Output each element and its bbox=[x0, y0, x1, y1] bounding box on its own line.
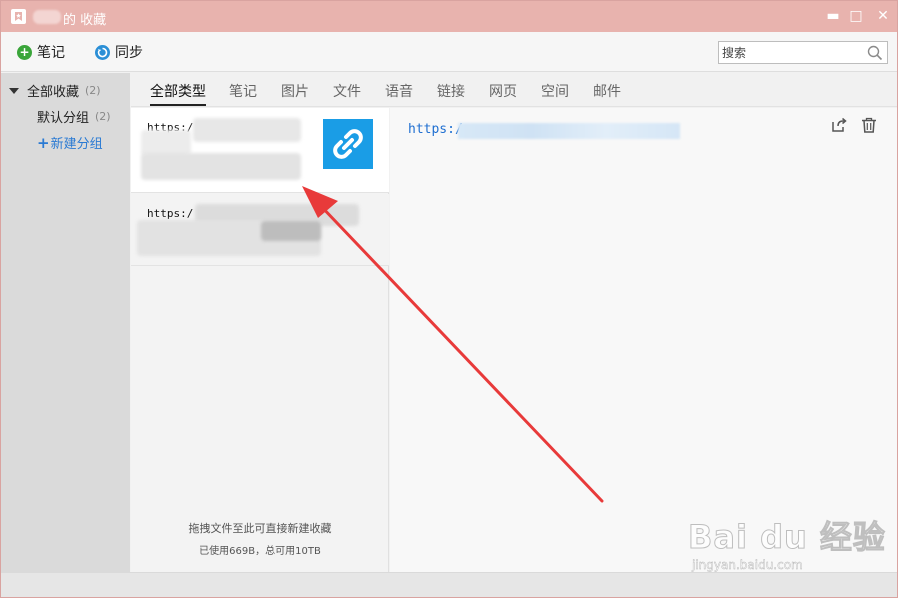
redacted-text bbox=[141, 153, 301, 180]
active-tab-indicator bbox=[150, 104, 206, 106]
sidebar-default-count: (2) bbox=[95, 110, 111, 123]
trash-icon[interactable] bbox=[860, 116, 878, 134]
sidebar-all-count: (2) bbox=[85, 84, 101, 97]
detail-url-link[interactable]: https:/ bbox=[408, 122, 463, 137]
favorites-window: 的 收藏 ▬ □ ✕ + 笔记 同步 全部收藏 (2) bbox=[0, 0, 898, 598]
share-icon[interactable] bbox=[830, 116, 848, 134]
sidebar: 全部收藏 (2) 默认分组 (2) + 新建分组 bbox=[1, 73, 130, 572]
drop-hint: 拖拽文件至此可直接新建收藏 bbox=[188, 522, 332, 535]
close-button[interactable]: ✕ bbox=[871, 5, 895, 27]
title-bar: 的 收藏 ▬ □ ✕ bbox=[1, 1, 897, 32]
redacted-url bbox=[458, 123, 680, 139]
watermark-main-text: Bai du 经验 bbox=[688, 518, 886, 557]
chain-link-icon bbox=[333, 129, 363, 159]
search-box bbox=[718, 41, 888, 64]
minimize-button[interactable]: ▬ bbox=[821, 5, 845, 27]
list-item-url: https:/ bbox=[147, 207, 194, 220]
window-title: 的 收藏 bbox=[63, 13, 107, 28]
tab-files[interactable]: 文件 bbox=[333, 81, 361, 101]
new-note-button[interactable]: + 笔记 bbox=[17, 42, 65, 62]
bookmark-icon bbox=[11, 9, 26, 24]
toolbar: + 笔记 同步 bbox=[1, 32, 897, 72]
tab-mail[interactable]: 邮件 bbox=[593, 81, 621, 101]
storage-usage: 已使用669B，总可用10TB bbox=[199, 546, 321, 557]
watermark-sub-text: jingyan.baidu.com bbox=[692, 558, 803, 572]
sync-label: 同步 bbox=[115, 45, 143, 61]
list-item[interactable]: https:/ bbox=[131, 194, 389, 266]
search-icon[interactable] bbox=[867, 45, 883, 65]
new-group-button[interactable]: + 新建分组 bbox=[37, 133, 103, 153]
tab-notes[interactable]: 笔记 bbox=[229, 81, 257, 101]
sidebar-default-label: 默认分组 bbox=[37, 111, 90, 126]
baidu-jingyan-watermark: Bai du 经验 jingyan.baidu.com bbox=[688, 512, 888, 582]
plus-circle-icon: + bbox=[17, 44, 32, 60]
search-input[interactable] bbox=[722, 44, 862, 62]
tab-all-types[interactable]: 全部类型 bbox=[150, 81, 206, 101]
plus-icon: + bbox=[37, 133, 50, 152]
new-group-label: 新建分组 bbox=[50, 137, 103, 152]
sidebar-all-label: 全部收藏 bbox=[27, 85, 80, 100]
new-note-label: 笔记 bbox=[37, 45, 65, 61]
detail-pane: https:/ bbox=[390, 108, 897, 572]
sidebar-item-default-group[interactable]: 默认分组 (2) bbox=[37, 107, 111, 126]
sidebar-item-all-favorites[interactable]: 全部收藏 (2) bbox=[9, 81, 101, 100]
link-thumbnail bbox=[323, 119, 373, 169]
sync-icon bbox=[95, 44, 110, 60]
list-item[interactable]: https:/ bbox=[131, 108, 389, 193]
tab-links[interactable]: 链接 bbox=[437, 81, 465, 101]
sync-button[interactable]: 同步 bbox=[95, 42, 143, 62]
triangle-down-icon bbox=[9, 87, 19, 94]
redacted-text bbox=[261, 221, 321, 241]
tab-voice[interactable]: 语音 bbox=[385, 81, 413, 101]
redacted-text bbox=[193, 118, 301, 142]
type-tabs: 全部类型 笔记 图片 文件 语音 链接 网页 空间 邮件 bbox=[131, 73, 897, 107]
tab-webpages[interactable]: 网页 bbox=[489, 81, 517, 101]
tab-space[interactable]: 空间 bbox=[541, 81, 569, 101]
favorites-list: https:/ https:/ 拖拽文件至此可直接新建收藏 已使用669B，总可… bbox=[131, 108, 389, 572]
tab-images[interactable]: 图片 bbox=[281, 81, 309, 101]
redacted-username bbox=[33, 10, 61, 24]
maximize-button[interactable]: □ bbox=[844, 5, 868, 27]
